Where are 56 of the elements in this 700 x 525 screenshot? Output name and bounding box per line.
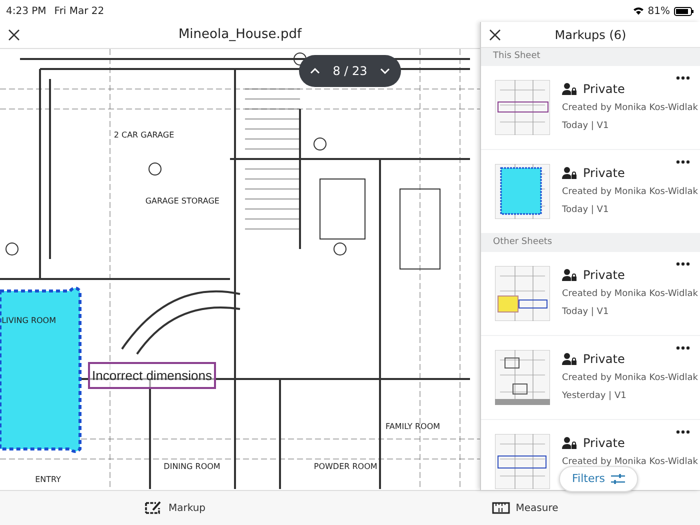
more-options-icon[interactable] [676, 430, 690, 434]
ruler-icon [492, 502, 510, 514]
author-text: Created by Monika Kos-Widlak [562, 288, 698, 301]
author-text: Created by Monika Kos-Widlak [562, 456, 698, 469]
document-title: Mineola_House.pdf [177, 26, 303, 44]
more-options-icon[interactable] [676, 76, 690, 80]
author-text: Created by Monika Kos-Widlak [562, 186, 698, 199]
room-label: LIVING ROOM [2, 316, 56, 326]
markup-thumbnail [495, 80, 550, 135]
panel-title: Markups (6) [554, 26, 628, 44]
room-label: ENTRY [35, 475, 61, 484]
author-text: Created by Monika Kos-Widlak [562, 372, 698, 385]
visibility-label: Private [583, 267, 625, 284]
markup-list-item[interactable]: Private Created by Monika Kos-Widlak Today | V1 [481, 150, 700, 233]
visibility-label: Private [583, 81, 625, 98]
room-label: GARAGE STORAGE [145, 196, 220, 206]
room-label: FAMILY ROOM [386, 422, 440, 432]
measure-button[interactable]: Measure [350, 491, 700, 525]
section-heading: Other Sheets [492, 236, 554, 250]
status-time: 4:23 PM [6, 4, 46, 18]
visibility-label: Private [583, 351, 625, 368]
private-user-icon [562, 353, 577, 365]
markup-thumbnail [495, 266, 550, 321]
date-version-text: Today | V1 [562, 120, 610, 132]
private-user-icon [562, 167, 577, 179]
sliders-icon [610, 473, 625, 485]
section-heading: This Sheet [492, 50, 542, 64]
more-options-icon[interactable] [676, 160, 690, 164]
author-text: Created by Monika Kos-Widlak [562, 102, 698, 115]
markup-icon [144, 501, 162, 515]
status-date: Fri Mar 22 [54, 4, 104, 18]
markup-list-item[interactable]: Private Created by Monika Kos-Widlak Yesterday | V1 [481, 336, 700, 419]
markup-thumbnail [495, 164, 550, 219]
battery-percent: 81% [648, 4, 670, 18]
date-version-text: Today | V1 [562, 306, 610, 318]
room-label: DINING ROOM [164, 462, 220, 471]
markup-list-item[interactable]: Private Created by Monika Kos-Widlak Today | V1 [481, 66, 700, 149]
more-options-icon[interactable] [676, 262, 690, 266]
wifi-icon [632, 7, 644, 15]
room-label: POWDER ROOM [314, 462, 378, 471]
markup-button[interactable]: Markup [0, 491, 350, 525]
more-options-icon[interactable] [676, 346, 690, 350]
visibility-label: Private [583, 165, 625, 182]
page-indicator: 8 / 23 [332, 63, 368, 80]
private-user-icon [562, 83, 577, 95]
private-user-icon [562, 269, 577, 281]
visibility-label: Private [583, 435, 625, 452]
date-version-text: Yesterday | V1 [562, 390, 628, 402]
markup-list-item[interactable]: Private Created by Monika Kos-Widlak Today | V1 [481, 252, 700, 335]
text-markup: Incorrect dimensions [88, 362, 216, 389]
date-version-text: Today | V1 [562, 204, 610, 216]
filters-button[interactable]: Filters [559, 466, 638, 492]
markup-thumbnail [495, 350, 550, 405]
room-label: 2 CAR GARAGE [114, 130, 174, 140]
private-user-icon [562, 437, 577, 449]
battery-icon [674, 6, 694, 16]
